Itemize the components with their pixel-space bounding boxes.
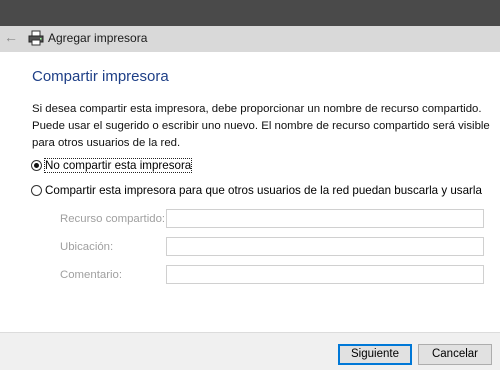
comment-input[interactable]	[166, 265, 484, 284]
description-text: Si desea compartir esta impresora, debe …	[32, 103, 490, 149]
title-bar: ← Agregar impresora	[0, 0, 500, 52]
next-button[interactable]: Siguiente	[338, 344, 412, 365]
option-no-share-label[interactable]: No compartir esta impresora	[43, 157, 193, 173]
window-title: Agregar impresora	[48, 31, 148, 45]
share-name-input[interactable]	[166, 209, 484, 228]
add-printer-dialog: ← Agregar impresora Compartir impresora …	[0, 0, 500, 370]
dialog-footer: Siguiente Cancelar	[0, 332, 500, 370]
back-button[interactable]: ←	[0, 26, 22, 48]
share-name-label: Recurso compartido:	[60, 213, 166, 225]
location-input[interactable]	[166, 237, 484, 256]
page-title: Compartir impresora	[32, 68, 169, 85]
dialog-content: Compartir impresora Si desea compartir e…	[0, 52, 500, 332]
printer-icon	[28, 30, 44, 46]
option-share-label[interactable]: Compartir esta impresora para que otros …	[45, 184, 482, 197]
cancel-button[interactable]: Cancelar	[418, 344, 492, 365]
location-label: Ubicación:	[60, 241, 114, 253]
option-share[interactable]: Compartir esta impresora para que otros …	[31, 182, 482, 198]
option-no-share[interactable]: No compartir esta impresora	[31, 157, 193, 173]
comment-label: Comentario:	[60, 269, 123, 281]
arrow-left-icon: ←	[4, 29, 18, 45]
radio-share[interactable]	[31, 184, 42, 196]
radio-no-share[interactable]	[31, 159, 42, 171]
